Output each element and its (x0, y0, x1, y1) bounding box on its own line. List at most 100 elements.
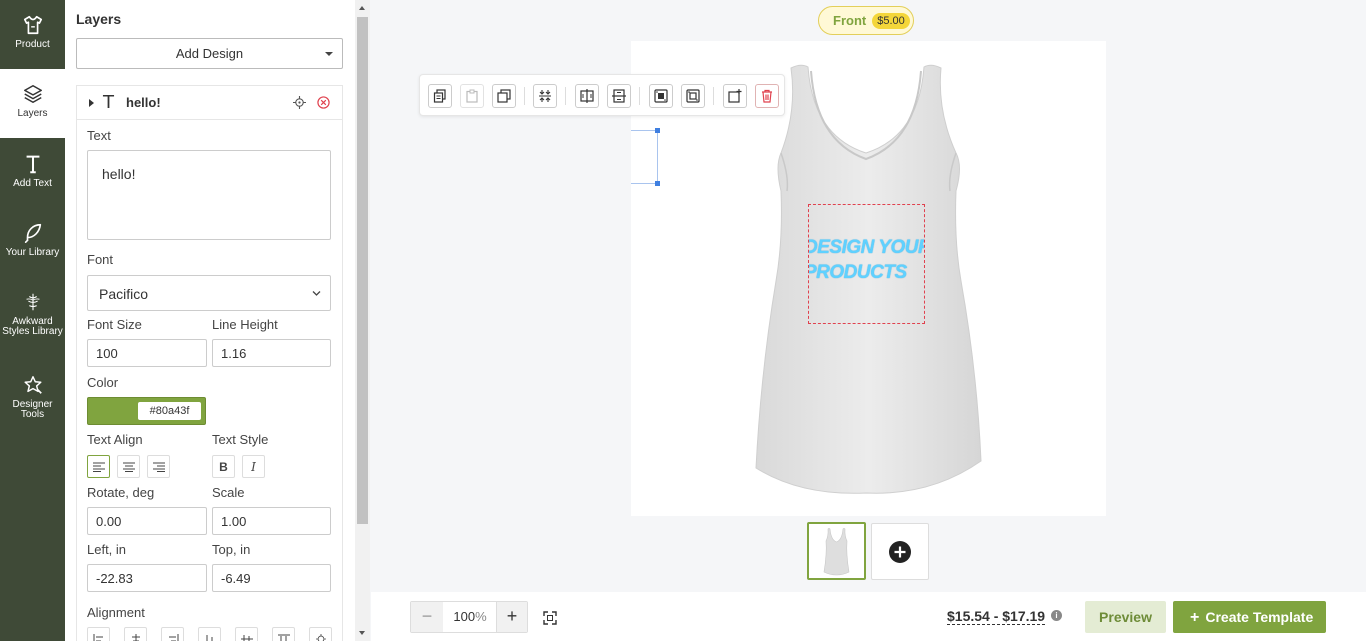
plus-icon: + (1190, 609, 1200, 626)
duplicate-icon (497, 89, 511, 103)
layer-header[interactable]: T hello! (77, 86, 342, 120)
brand-logo-icon (25, 293, 40, 311)
add-design-dropdown[interactable]: Add Design (76, 38, 343, 69)
selection-box[interactable] (631, 128, 660, 186)
price-range[interactable]: $15.54 - $17.19 (947, 608, 1046, 625)
tank-top-thumbnail (823, 528, 850, 576)
left-position-label: Left, in (87, 542, 127, 557)
add-to-library-icon (728, 89, 742, 103)
align-to-center-button[interactable] (309, 627, 332, 641)
nav-label: Product (15, 39, 50, 50)
scroll-up-arrow-icon[interactable] (359, 6, 365, 10)
product-side-tab[interactable]: Front $5.00 (818, 6, 914, 35)
resize-handle[interactable] (655, 181, 660, 186)
line-height-label: Line Height (212, 317, 278, 332)
design-text-element[interactable]: DESIGN YOUR PRODUCTS (808, 235, 924, 285)
nav-label: Designer Tools (12, 399, 53, 420)
text-layer-icon: T (103, 92, 114, 113)
zoom-in-button[interactable]: + (496, 602, 527, 632)
text-icon (26, 155, 39, 174)
align-right-icon (152, 462, 165, 472)
italic-button[interactable]: I (242, 455, 265, 478)
add-view-button[interactable] (871, 523, 929, 580)
top-position-input[interactable]: -6.49 (212, 564, 331, 592)
print-area[interactable]: DESIGN YOUR PRODUCTS (808, 204, 925, 324)
object-toolbar (419, 74, 785, 116)
nav-item-add-text[interactable]: Add Text (0, 139, 65, 208)
align-left-icon (92, 462, 105, 472)
side-price-badge: $5.00 (872, 12, 910, 29)
nav-item-designer-tools[interactable]: Designer Tools (0, 360, 65, 429)
line-height-input[interactable]: 1.16 (212, 339, 331, 367)
feather-icon (24, 223, 41, 243)
align-center-button[interactable] (117, 455, 140, 478)
send-backward-button[interactable] (681, 84, 705, 108)
info-icon[interactable]: i (1051, 610, 1062, 621)
bold-button[interactable]: B (212, 455, 235, 478)
nav-item-product[interactable]: Product (0, 0, 65, 69)
align-left-button[interactable] (87, 455, 110, 478)
align-to-hcenter-button[interactable] (124, 627, 147, 641)
align-to-vcenter-button[interactable] (235, 627, 258, 641)
copy-icon (433, 89, 446, 103)
flip-horizontal-button[interactable] (575, 84, 599, 108)
designer-app: Product Layers Add Text Your Library Awk… (0, 0, 1366, 641)
nav-label: Awkward Styles Library (2, 316, 63, 337)
top-position-label: Top, in (212, 542, 251, 557)
scroll-down-arrow-icon[interactable] (359, 631, 365, 635)
crosshair-icon[interactable] (293, 96, 306, 109)
flip-vertical-button[interactable] (607, 84, 631, 108)
zoom-value[interactable]: 100% (443, 602, 497, 632)
scrollbar-thumb[interactable] (357, 17, 368, 524)
preview-button[interactable]: Preview (1085, 601, 1166, 633)
nav-item-layers[interactable]: Layers (0, 69, 65, 138)
nav-item-awkward-styles-library[interactable]: Awkward Styles Library (0, 277, 65, 346)
remove-layer-icon[interactable] (317, 96, 330, 109)
align-to-hcenter-icon (131, 633, 140, 641)
add-to-library-button[interactable] (723, 84, 747, 108)
toolbar-divider (639, 87, 640, 105)
view-thumbnail-front[interactable] (807, 522, 866, 580)
align-to-bottom-button[interactable] (198, 627, 221, 641)
scale-input[interactable]: 1.00 (212, 507, 331, 535)
align-to-right-button[interactable] (161, 627, 184, 641)
delete-button[interactable] (755, 84, 779, 108)
font-select[interactable]: Pacifico (87, 275, 331, 311)
bring-forward-button[interactable] (649, 84, 673, 108)
text-align-label: Text Align (87, 432, 143, 447)
center-button[interactable] (533, 84, 557, 108)
align-right-button[interactable] (147, 455, 170, 478)
toolbar-divider (565, 87, 566, 105)
rotate-input[interactable]: 0.00 (87, 507, 207, 535)
zoom-out-button[interactable]: − (411, 602, 443, 632)
font-select-value: Pacifico (99, 286, 149, 302)
text-content-input[interactable]: hello! (87, 150, 331, 240)
nav-item-your-library[interactable]: Your Library (0, 208, 65, 277)
duplicate-button[interactable] (492, 84, 516, 108)
align-to-left-button[interactable] (87, 627, 110, 641)
align-to-left-icon (93, 633, 103, 641)
flip-vertical-icon (612, 89, 626, 103)
chevron-right-icon[interactable] (89, 99, 94, 107)
color-picker[interactable]: #80a43f (87, 397, 206, 425)
resize-handle[interactable] (655, 128, 660, 133)
color-hex-value[interactable]: #80a43f (138, 402, 201, 420)
design-text-line-2: PRODUCTS (808, 262, 907, 283)
bring-forward-icon (654, 89, 668, 103)
panel-scrollbar[interactable] (355, 0, 370, 641)
font-size-input[interactable]: 100 (87, 339, 207, 367)
toolbar-divider (713, 87, 714, 105)
create-template-button[interactable]: + Create Template (1173, 601, 1326, 633)
copy-button[interactable] (428, 84, 452, 108)
align-to-top-button[interactable] (272, 627, 295, 641)
align-to-bottom-icon (206, 634, 212, 641)
align-to-right-icon (168, 633, 178, 641)
layer-name: hello! (126, 95, 161, 110)
side-label: Front (833, 13, 867, 28)
paste-button[interactable] (460, 84, 484, 108)
left-position-input[interactable]: -22.83 (87, 564, 207, 592)
layers-panel: Layers Add Design T hello! Text hello! F… (65, 0, 355, 641)
fullscreen-icon[interactable] (543, 611, 557, 625)
left-nav: Product Layers Add Text Your Library Awk… (0, 0, 65, 641)
text-style-label: Text Style (212, 432, 269, 447)
